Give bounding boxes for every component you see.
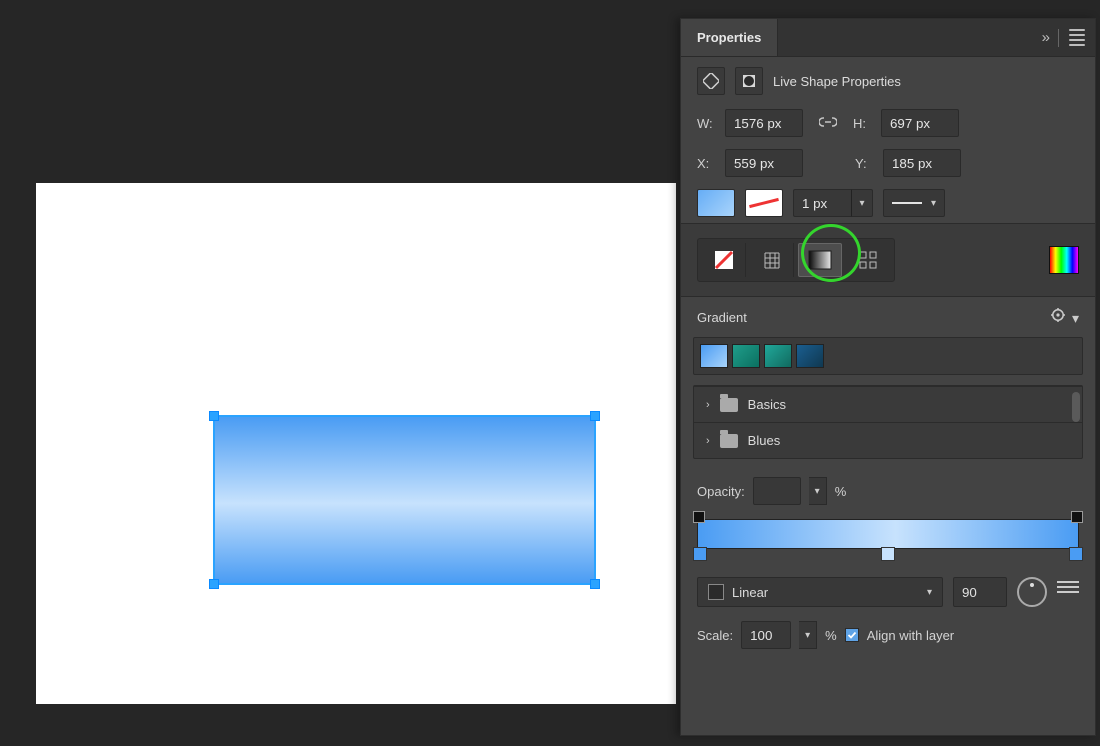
gradient-section-menu-icon[interactable]: ▾ <box>1050 307 1079 327</box>
stroke-swatch[interactable] <box>745 189 783 217</box>
folder-label: Blues <box>748 433 781 448</box>
subsection-title: Live Shape Properties <box>773 74 901 89</box>
gradient-type-swatch-icon <box>708 584 724 600</box>
folder-blues[interactable]: › Blues <box>694 422 1082 458</box>
gradient-preset-1[interactable] <box>700 344 728 368</box>
scrollbar-thumb[interactable] <box>1072 392 1080 422</box>
gradient-type-select[interactable]: Linear ▾ <box>697 577 943 607</box>
width-label: W: <box>697 116 715 131</box>
chevron-right-icon: › <box>706 399 710 411</box>
resize-handle-tl[interactable] <box>209 411 219 421</box>
fill-swatch[interactable] <box>697 189 735 217</box>
gradient-section-title: Gradient <box>697 310 747 325</box>
gradient-angle-input[interactable] <box>953 577 1007 607</box>
y-label: Y: <box>855 156 873 171</box>
stroke-weight-input[interactable] <box>793 189 851 217</box>
align-with-layer-label: Align with layer <box>867 628 954 643</box>
opacity-unit: % <box>835 484 847 499</box>
scale-unit: % <box>825 628 837 643</box>
x-input[interactable] <box>725 149 803 177</box>
folder-icon <box>720 398 738 412</box>
resize-handle-br[interactable] <box>590 579 600 589</box>
height-input[interactable] <box>881 109 959 137</box>
panel-menu-icon[interactable] <box>1069 29 1085 46</box>
opacity-input[interactable] <box>753 477 801 505</box>
gradient-type-label: Linear <box>732 585 768 600</box>
folder-icon <box>720 434 738 448</box>
resize-handle-tr[interactable] <box>590 411 600 421</box>
stroke-style-dropdown[interactable]: ▾ <box>883 189 945 217</box>
opacity-label: Opacity: <box>697 484 745 499</box>
width-input[interactable] <box>725 109 803 137</box>
shape-type-icon <box>697 67 725 95</box>
gradient-preset-strip <box>693 337 1083 375</box>
scale-label: Scale: <box>697 628 733 643</box>
canvas-artboard[interactable] <box>36 183 676 704</box>
color-stop-left[interactable] <box>693 547 707 561</box>
gradient-reverse-button[interactable] <box>1057 581 1079 603</box>
collapse-panel-icon[interactable]: » <box>1042 29 1048 46</box>
gradient-preset-4[interactable] <box>796 344 824 368</box>
color-spectrum-button[interactable] <box>1049 246 1079 274</box>
opacity-dropdown[interactable]: ▾ <box>809 477 827 505</box>
gradient-folder-list: › Basics › Blues <box>693 385 1083 459</box>
mask-icon <box>735 67 763 95</box>
fill-none-button[interactable] <box>702 243 746 277</box>
gradient-angle-dial[interactable] <box>1017 577 1047 607</box>
fill-gradient-button[interactable] <box>798 243 842 277</box>
stroke-style-line-icon <box>892 202 922 204</box>
fill-pattern-button[interactable] <box>846 243 890 277</box>
scale-dropdown[interactable]: ▾ <box>799 621 817 649</box>
y-input[interactable] <box>883 149 961 177</box>
selected-rectangle[interactable] <box>213 415 596 585</box>
gradient-editor[interactable] <box>697 519 1079 549</box>
fill-solid-button[interactable] <box>750 243 794 277</box>
properties-tab[interactable]: Properties <box>681 19 778 56</box>
properties-panel: Properties » Live Shape Properties W: H <box>680 18 1096 736</box>
opacity-stop-right[interactable] <box>1071 511 1083 523</box>
opacity-stop-left[interactable] <box>693 511 705 523</box>
gradient-preset-3[interactable] <box>764 344 792 368</box>
divider <box>1058 29 1059 47</box>
color-stop-middle[interactable] <box>881 547 895 561</box>
resize-handle-bl[interactable] <box>209 579 219 589</box>
folder-label: Basics <box>748 397 786 412</box>
link-wh-icon[interactable] <box>813 116 843 131</box>
x-label: X: <box>697 156 715 171</box>
folder-basics[interactable]: › Basics <box>694 386 1082 422</box>
scale-input[interactable] <box>741 621 791 649</box>
chevron-right-icon: › <box>706 435 710 447</box>
align-with-layer-checkbox[interactable] <box>845 628 859 642</box>
gradient-preset-2[interactable] <box>732 344 760 368</box>
stroke-weight-dropdown[interactable]: ▾ <box>851 189 873 217</box>
color-stop-right[interactable] <box>1069 547 1083 561</box>
height-label: H: <box>853 116 871 131</box>
gradient-bar[interactable] <box>697 519 1079 549</box>
